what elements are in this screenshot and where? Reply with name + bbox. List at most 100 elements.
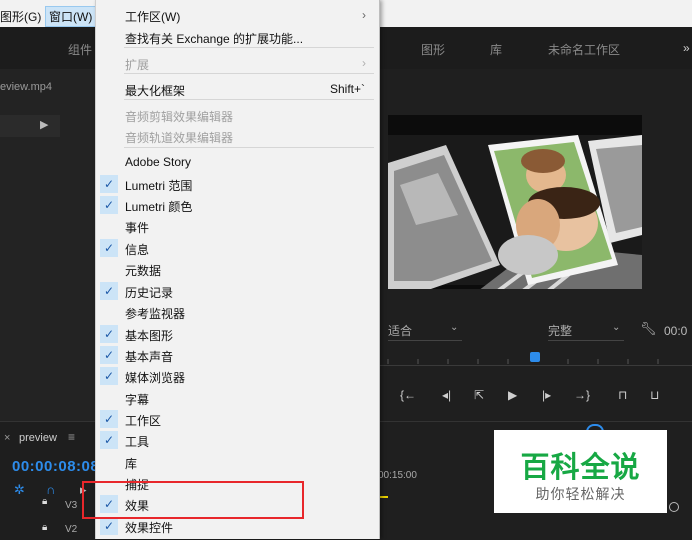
scroll-handle[interactable]	[669, 502, 679, 512]
go-to-out-icon[interactable]: →}	[574, 388, 590, 402]
checkmark-icon: ✓	[100, 239, 118, 257]
menu-item-label: 工作区(W)	[125, 10, 181, 24]
menu-item[interactable]: 参考监视器	[96, 302, 379, 323]
workspace-tab-assembly[interactable]: 组件	[68, 41, 92, 58]
highlight-box	[82, 481, 304, 519]
menu-separator	[124, 147, 374, 148]
menu-item-label: 工作区	[125, 414, 162, 428]
menu-item[interactable]: ✓ 工具	[96, 430, 379, 451]
sequence-tab[interactable]: preview	[19, 432, 57, 444]
menu-item[interactable]: 库	[96, 452, 379, 473]
menu-item[interactable]: 元数据	[96, 259, 379, 280]
checkmark-icon: ✓	[100, 325, 118, 343]
close-icon[interactable]: ×	[4, 432, 10, 444]
menu-window[interactable]: 窗口(W)	[45, 6, 97, 27]
menu-item-label: 参考监视器	[125, 307, 186, 321]
timeline-timecode[interactable]: 00:00:08:08	[12, 458, 99, 475]
play-arrow-icon[interactable]: ▶	[40, 118, 48, 131]
settings-wrench-icon[interactable]: 🔧︎	[640, 321, 657, 337]
menu-graphics[interactable]: 图形(G)	[0, 8, 41, 25]
menu-item: 音频轨道效果编辑器	[96, 126, 379, 147]
program-monitor: 适合 ⌄ 完整 ⌄ 🔧︎ 00:0 {← ◂| ⇱ ▶ |▸ →} ⊓ ⊔	[378, 69, 692, 421]
menu-item[interactable]: ✓ Lumetri 范围	[96, 174, 379, 195]
menu-item-label: 历史记录	[125, 286, 174, 300]
workspace-tab-libraries[interactable]: 库	[490, 41, 502, 58]
checkmark-icon: ✓	[100, 517, 118, 535]
more-workspaces-icon[interactable]: »	[683, 41, 690, 55]
resolution-dropdown[interactable]: 完整 ⌄	[548, 322, 624, 341]
menu-item-label: 查找有关 Exchange 的扩展功能...	[125, 32, 304, 46]
panel-menu-icon[interactable]: ≡	[68, 430, 75, 444]
menu-item[interactable]: Adobe Story	[96, 152, 379, 173]
playhead[interactable]	[530, 352, 540, 362]
menu-item-label: 媒体浏览器	[125, 371, 186, 385]
menu-item-label: 音频轨道效果编辑器	[125, 131, 234, 145]
project-row[interactable]: ▶	[0, 115, 60, 137]
extract-icon[interactable]: ⊔	[650, 388, 659, 402]
menu-item[interactable]: ✓ 基本声音	[96, 345, 379, 366]
play-icon[interactable]: ▶	[508, 388, 517, 402]
window-menu-dropdown: 工作区(W) › 查找有关 Exchange 的扩展功能... 扩展 › 最大化框架 Shi…	[95, 0, 380, 539]
menu-item[interactable]: ✓ 媒体浏览器	[96, 366, 379, 387]
menu-item[interactable]: ✓ 信息	[96, 238, 379, 259]
menu-item-label: 信息	[125, 243, 150, 257]
checkmark-icon: ✓	[100, 282, 118, 300]
menu-item-label: 效果控件	[125, 521, 174, 535]
menu-item-label: 字幕	[125, 393, 150, 407]
menu-item[interactable]: ✓ 效果控件	[96, 516, 379, 537]
video-preview	[388, 115, 642, 289]
watermark-subtitle: 助你轻松解决	[535, 486, 626, 502]
menu-item[interactable]: 字幕	[96, 388, 379, 409]
checkmark-icon: ✓	[100, 431, 118, 449]
fit-dropdown-label: 适合	[388, 324, 413, 338]
menu-item[interactable]: 事件	[96, 216, 379, 237]
chevron-down-icon: ⌄	[612, 322, 621, 333]
chevron-down-icon: ⌄	[450, 322, 459, 333]
watermark-title: 百科全说	[520, 452, 641, 484]
menu-item-label: 工具	[125, 435, 150, 449]
menu-item[interactable]: 工作区(W) ›	[96, 5, 379, 26]
track-lock-icon[interactable]: 🔒︎	[42, 522, 47, 533]
checkmark-icon: ✓	[100, 196, 118, 214]
fit-dropdown[interactable]: 适合 ⌄	[388, 322, 462, 341]
menu-item[interactable]: ✓ 历史记录	[96, 281, 379, 302]
track-v3-label: V3	[65, 500, 78, 511]
program-timecode[interactable]: 00:0	[664, 324, 687, 338]
menu-item[interactable]: 查找有关 Exchange 的扩展功能...	[96, 27, 379, 48]
checkmark-icon: ✓	[100, 175, 118, 193]
workspace-tab-untitled[interactable]: 未命名工作区	[548, 41, 620, 58]
nest-icon[interactable]: ✲	[14, 482, 25, 498]
checkmark-icon: ✓	[100, 367, 118, 385]
menu-item[interactable]: ✓ Lumetri 颜色	[96, 195, 379, 216]
watermark-logo: 百科全说 助你轻松解决	[494, 430, 667, 513]
mark-in-icon[interactable]: {←	[400, 388, 416, 402]
step-back-icon[interactable]: ◂|	[442, 388, 451, 402]
menu-item-label: Lumetri 范围	[125, 179, 193, 193]
menu-item: 音频剪辑效果编辑器	[96, 105, 379, 126]
menu-item[interactable]: ✓ 基本图形	[96, 324, 379, 345]
timeline-ruler-time: 00:15:00	[378, 470, 417, 481]
project-panel: eview.mp4 ▶	[0, 69, 95, 421]
track-lock-icon[interactable]: 🔒︎	[42, 496, 47, 507]
chevron-right-icon: ›	[362, 56, 366, 70]
workspace-tab-graphics[interactable]: 图形	[421, 41, 445, 58]
menu-item-label: 库	[125, 457, 138, 471]
menu-item-shortcut: Shift+`	[329, 82, 365, 96]
video-frame-image	[388, 115, 642, 289]
menu-item[interactable]: ✓ 工作区	[96, 409, 379, 430]
lift-icon[interactable]: ⊓	[618, 388, 627, 402]
menu-item-label: Adobe Story	[125, 155, 192, 169]
menu-item-label: 音频剪辑效果编辑器	[125, 110, 234, 124]
menu-item-label: 扩展	[125, 58, 150, 72]
checkmark-icon: ✓	[100, 410, 118, 428]
export-frame-icon[interactable]: ⇱	[474, 388, 484, 402]
snap-icon[interactable]: ∩	[46, 482, 55, 497]
menu-item[interactable]: 最大化框架 Shift+`	[96, 79, 379, 100]
step-forward-icon[interactable]: |▸	[542, 388, 551, 402]
timeline-panel: × preview ≡ 00:00:08:08 ✲ ∩ ▸ 🔒︎ V3 🔒︎ V…	[0, 421, 99, 540]
menu-item-label: Lumetri 颜色	[125, 200, 193, 214]
menu-item-label: 最大化框架	[125, 84, 186, 98]
checkmark-icon: ✓	[100, 346, 118, 364]
menu-item-label: 事件	[125, 221, 150, 235]
project-file-name: eview.mp4	[0, 81, 52, 93]
